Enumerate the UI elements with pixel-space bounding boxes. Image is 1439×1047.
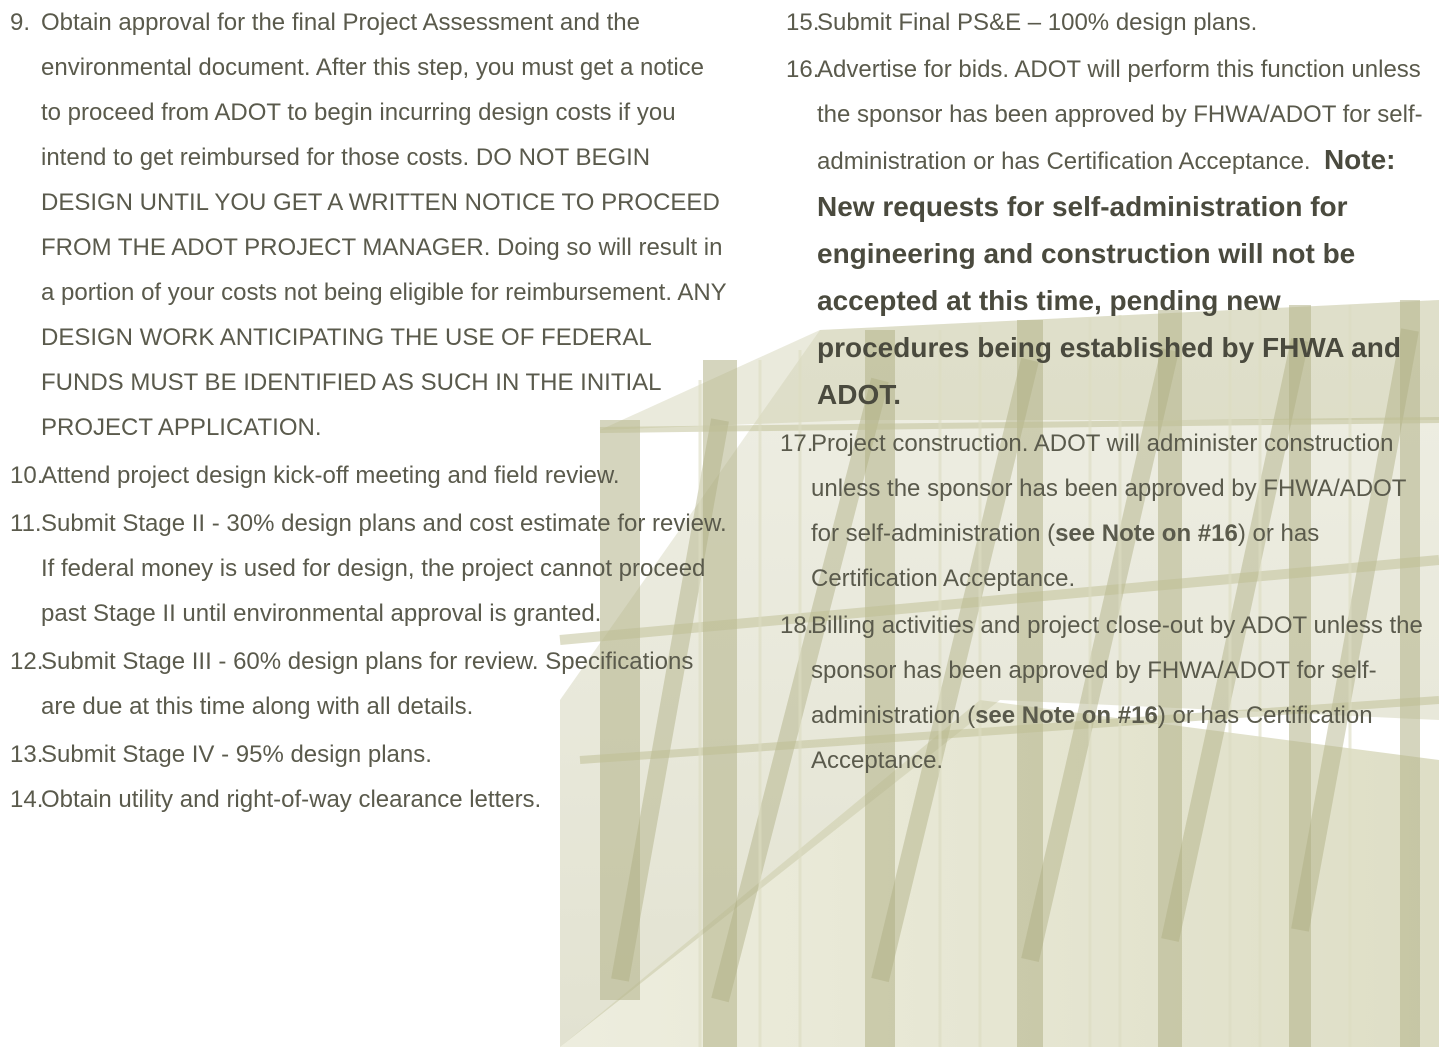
item-text: Project construction. ADOT will administ…	[780, 421, 1436, 601]
item-text: Submit Stage III - 60% design plans for …	[41, 648, 694, 720]
item-text: Obtain utility and right-of-way clearanc…	[41, 786, 542, 813]
item-text: Advertise for bids. ADOT will perform th…	[786, 47, 1436, 419]
item-text: Billing activities and project close-out…	[780, 603, 1436, 783]
list-item: 12. Submit Stage III - 60% design plans …	[10, 639, 730, 729]
list-item: 17. Project construction. ADOT will admi…	[780, 421, 1436, 601]
item-text: Submit Stage IV - 95% design plans.	[41, 741, 432, 768]
item-number: 14.	[10, 786, 44, 813]
left-column: 9. Obtain approval for the final Project…	[10, 0, 730, 822]
list-item: 18. Billing activities and project close…	[780, 603, 1436, 783]
slide: 9. Obtain approval for the final Project…	[0, 0, 1439, 1047]
note-reference: see Note on #16	[975, 702, 1158, 729]
item-number: 9.	[10, 9, 31, 36]
item-number: 13.	[10, 741, 44, 768]
self-administration-note: Note: New requests for self-administrati…	[817, 144, 1401, 410]
item-text: Obtain approval for the final Project As…	[41, 9, 727, 441]
list-item: 15. Submit Final PS&E – 100% design plan…	[786, 0, 1436, 45]
list-item: 10. Attend project design kick-off meeti…	[10, 453, 730, 498]
list-item: 11. Submit Stage II - 30% design plans a…	[10, 501, 730, 636]
item-number: 11.	[10, 510, 42, 537]
list-item: 14. Obtain utility and right-of-way clea…	[10, 777, 730, 822]
item-text: Attend project design kick-off meeting a…	[41, 462, 620, 489]
item-number: 17.	[780, 430, 814, 457]
list-item: 13. Submit Stage IV - 95% design plans.	[10, 732, 730, 777]
note-reference: see Note on #16	[1055, 520, 1238, 547]
list-item: 16. Advertise for bids. ADOT will perfor…	[786, 47, 1436, 419]
item-text: Submit Final PS&E – 100% design plans.	[817, 9, 1258, 36]
item-number: 10.	[10, 462, 44, 489]
right-column: 15. Submit Final PS&E – 100% design plan…	[780, 0, 1436, 783]
item-number: 15.	[786, 9, 820, 36]
item-number: 12.	[10, 648, 44, 675]
item-text: Submit Stage II - 30% design plans and c…	[41, 510, 727, 627]
list-item: 9. Obtain approval for the final Project…	[10, 0, 730, 450]
item-number: 16.	[786, 56, 820, 83]
item-number: 18.	[780, 612, 814, 639]
